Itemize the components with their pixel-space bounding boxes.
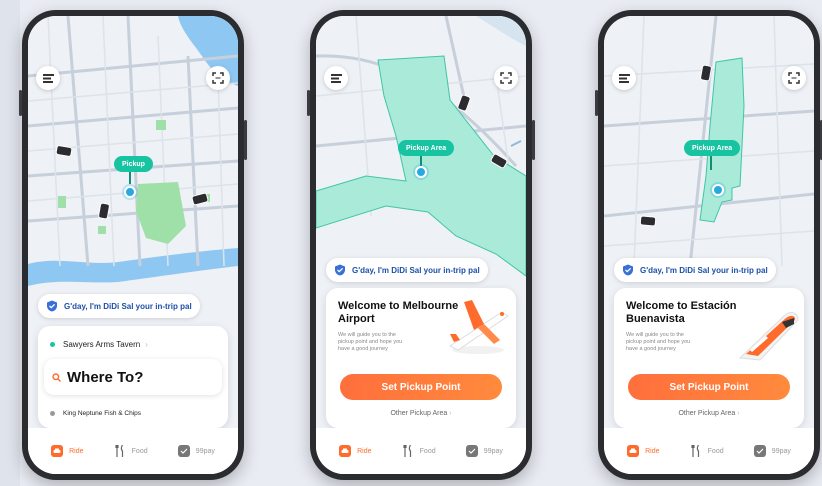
menu-icon: [330, 73, 342, 83]
fork-knife-icon: [402, 445, 414, 457]
power-button: [244, 120, 247, 160]
phone-1: Pickup G'day, I'm DiDi Sal your in-trip …: [19, 10, 247, 480]
pickup-pin-stem: [129, 172, 131, 184]
menu-button[interactable]: [612, 66, 636, 90]
tab-label: 99pay: [483, 447, 503, 455]
screen: Pickup Area G'day, I'm DiDi Sal your in-…: [604, 16, 814, 474]
fork-knife-icon: [690, 445, 702, 457]
pickup-location-dot: [124, 186, 136, 198]
chevron-right-icon: ›: [145, 340, 148, 349]
menu-icon: [618, 73, 630, 83]
pickup-location-dot: [415, 166, 427, 178]
screen: Pickup G'day, I'm DiDi Sal your in-trip …: [28, 16, 238, 474]
shield-icon: [623, 264, 633, 276]
tab-ride[interactable]: Ride: [627, 445, 659, 457]
shield-icon: [335, 264, 345, 276]
other-pickup-area-link[interactable]: Other Pickup Area ›: [614, 410, 804, 417]
scan-button[interactable]: [206, 66, 230, 90]
scan-button[interactable]: [494, 66, 518, 90]
bottom-tab-bar: Ride Food 99pay: [604, 428, 814, 474]
green-dot-icon: [50, 342, 55, 347]
tab-label: 99pay: [771, 447, 791, 455]
tab-ride[interactable]: Ride: [339, 445, 371, 457]
other-pickup-area-label: Other Pickup Area: [390, 410, 448, 417]
tab-99pay[interactable]: 99pay: [177, 445, 215, 457]
recent-place-name: King Neptune Fish & Chips: [63, 410, 142, 417]
tab-food[interactable]: Food: [690, 445, 724, 457]
search-icon: [52, 372, 61, 382]
tab-label: Food: [419, 447, 436, 455]
assistant-pill-text: G'day, I'm DiDi Sal your in-trip pal: [64, 301, 192, 311]
where-to-label: Where To?: [67, 368, 144, 386]
volume-button: [307, 90, 310, 116]
power-button: [532, 120, 535, 160]
scan-icon: [212, 72, 224, 84]
car-marker: [639, 215, 657, 227]
assistant-pill[interactable]: G'day, I'm DiDi Sal your in-trip pal: [614, 258, 776, 282]
set-pickup-point-button[interactable]: Set Pickup Point: [340, 374, 502, 400]
assistant-pill[interactable]: G'day, I'm DiDi Sal your in-trip pal: [326, 258, 488, 282]
menu-icon: [42, 73, 54, 83]
grey-dot-icon: [50, 411, 55, 416]
bottom-tab-bar: Ride Food 99pay: [28, 428, 238, 474]
chevron-right-icon: ›: [737, 410, 740, 417]
train-illustration: [738, 312, 799, 361]
menu-button[interactable]: [36, 66, 60, 90]
welcome-sheet: Welcome to Estación Buenavista We will g…: [614, 288, 804, 428]
tab-ride[interactable]: Ride: [51, 445, 83, 457]
recent-place-name: Sawyers Arms Tavern: [63, 340, 141, 349]
phone-2: Pickup Area G'day, I'm DiDi Sal your in-…: [307, 10, 535, 480]
pickup-pin-stem: [420, 156, 422, 166]
pickup-pin-stem: [710, 156, 712, 170]
wallet-icon: [465, 445, 478, 457]
where-to-search[interactable]: Where To?: [44, 359, 222, 395]
tab-label: Food: [707, 447, 724, 455]
other-pickup-area-link[interactable]: Other Pickup Area ›: [326, 410, 516, 417]
car-icon: [51, 445, 64, 457]
phone-3: Pickup Area G'day, I'm DiDi Sal your in-…: [595, 10, 822, 480]
assistant-pill[interactable]: G'day, I'm DiDi Sal your in-trip pal: [38, 294, 200, 318]
tab-label: Ride: [645, 447, 660, 455]
set-pickup-point-button[interactable]: Set Pickup Point: [628, 374, 790, 400]
tab-label: Ride: [357, 447, 372, 455]
screen: Pickup Area G'day, I'm DiDi Sal your in-…: [316, 16, 526, 474]
other-pickup-area-label: Other Pickup Area: [678, 410, 736, 417]
tab-99pay[interactable]: 99pay: [465, 445, 503, 457]
pickup-area-label[interactable]: Pickup Area: [684, 140, 741, 156]
background-edge: [0, 0, 20, 486]
recent-place-row[interactable]: King Neptune Fish & Chips: [50, 410, 141, 417]
welcome-sheet: Welcome to Melbourne Airport We will gui…: [326, 288, 516, 428]
airplane-illustration: [448, 300, 509, 354]
tab-food[interactable]: Food: [402, 445, 436, 457]
bottom-tab-bar: Ride Food 99pay: [316, 428, 526, 474]
scan-button[interactable]: [782, 66, 806, 90]
scan-icon: [500, 72, 512, 84]
pickup-area-label[interactable]: Pickup Area: [398, 140, 455, 156]
scan-icon: [788, 72, 800, 84]
tab-label: Ride: [69, 447, 84, 455]
menu-button[interactable]: [324, 66, 348, 90]
tab-label: Food: [131, 447, 148, 455]
welcome-subtitle: We will guide you to the pickup point an…: [626, 332, 691, 352]
wallet-icon: [753, 445, 766, 457]
volume-button: [595, 90, 598, 116]
recent-place-row[interactable]: Sawyers Arms Tavern ›: [50, 340, 148, 349]
tab-label: 99pay: [195, 447, 215, 455]
car-icon: [339, 445, 352, 457]
pickup-marker-label[interactable]: Pickup: [114, 156, 153, 172]
assistant-pill-text: G'day, I'm DiDi Sal your in-trip pal: [640, 265, 768, 275]
welcome-subtitle: We will guide you to the pickup point an…: [338, 332, 403, 352]
tab-99pay[interactable]: 99pay: [753, 445, 791, 457]
wallet-icon: [177, 445, 190, 457]
shield-icon: [47, 300, 57, 312]
fork-knife-icon: [114, 445, 126, 457]
pickup-location-dot: [712, 184, 724, 196]
volume-button: [19, 90, 22, 116]
search-sheet: Sawyers Arms Tavern › Where To? King Nep…: [38, 326, 228, 428]
chevron-right-icon: ›: [449, 410, 452, 417]
tab-food[interactable]: Food: [114, 445, 148, 457]
assistant-pill-text: G'day, I'm DiDi Sal your in-trip pal: [352, 265, 480, 275]
car-icon: [627, 445, 640, 457]
